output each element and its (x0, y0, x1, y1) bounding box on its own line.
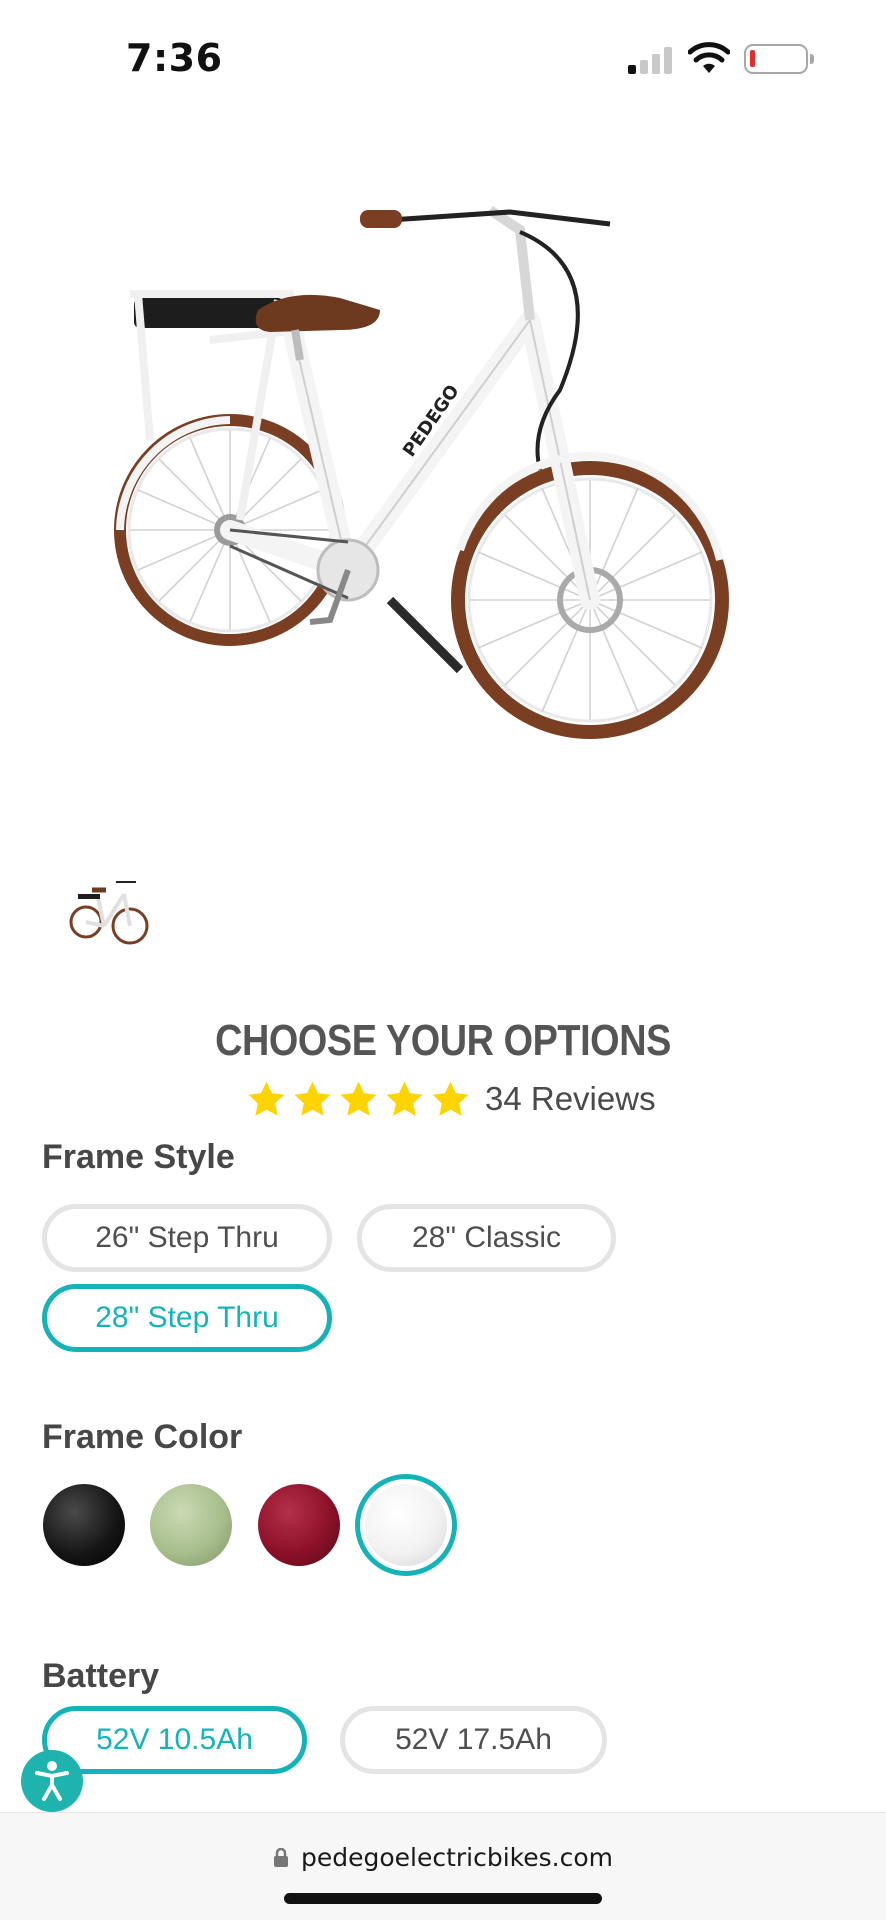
color-swatch-black[interactable] (33, 1474, 135, 1576)
frame-style-label: Frame Style (42, 1138, 235, 1176)
url-display[interactable]: pedegoelectricbikes.com (0, 1843, 886, 1872)
url-text: pedegoelectricbikes.com (300, 1843, 614, 1872)
options-title: CHOOSE YOUR OPTIONS (215, 1016, 671, 1065)
product-rating[interactable]: 34 Reviews (246, 1074, 656, 1124)
battery-label: Battery (42, 1657, 160, 1695)
frame-style-option-28-classic[interactable]: 28" Classic (357, 1204, 616, 1272)
battery-low-icon (744, 44, 814, 74)
wifi-icon (688, 42, 730, 73)
frame-style-option-26-step-thru[interactable]: 26" Step Thru (42, 1204, 332, 1272)
color-swatch-burgundy[interactable] (248, 1474, 350, 1576)
status-time: 7:36 (126, 36, 223, 80)
product-thumbnail[interactable] (66, 872, 152, 952)
battery-option-17-5ah[interactable]: 52V 17.5Ah (340, 1706, 607, 1774)
star-icon (340, 1081, 377, 1116)
home-indicator[interactable] (284, 1893, 602, 1904)
product-image[interactable]: PEDEGO (90, 170, 770, 830)
star-icon (432, 1081, 469, 1116)
rating-stars (246, 1079, 471, 1120)
lock-icon (273, 1847, 288, 1867)
color-swatch-sage-green[interactable] (140, 1474, 242, 1576)
cellular-signal-icon (628, 46, 674, 74)
color-swatch-white[interactable] (355, 1474, 457, 1576)
reviews-link[interactable]: 34 Reviews (485, 1080, 656, 1118)
accessibility-button[interactable] (21, 1750, 83, 1812)
frame-style-option-28-step-thru[interactable]: 28" Step Thru (42, 1284, 332, 1352)
status-bar: 7:36 (0, 0, 886, 120)
star-icon (248, 1081, 285, 1116)
accessibility-icon (35, 1761, 69, 1801)
star-icon (294, 1081, 331, 1116)
battery-option-10-5ah[interactable]: 52V 10.5Ah (42, 1706, 307, 1774)
frame-color-label: Frame Color (42, 1418, 243, 1456)
star-icon (386, 1081, 423, 1116)
